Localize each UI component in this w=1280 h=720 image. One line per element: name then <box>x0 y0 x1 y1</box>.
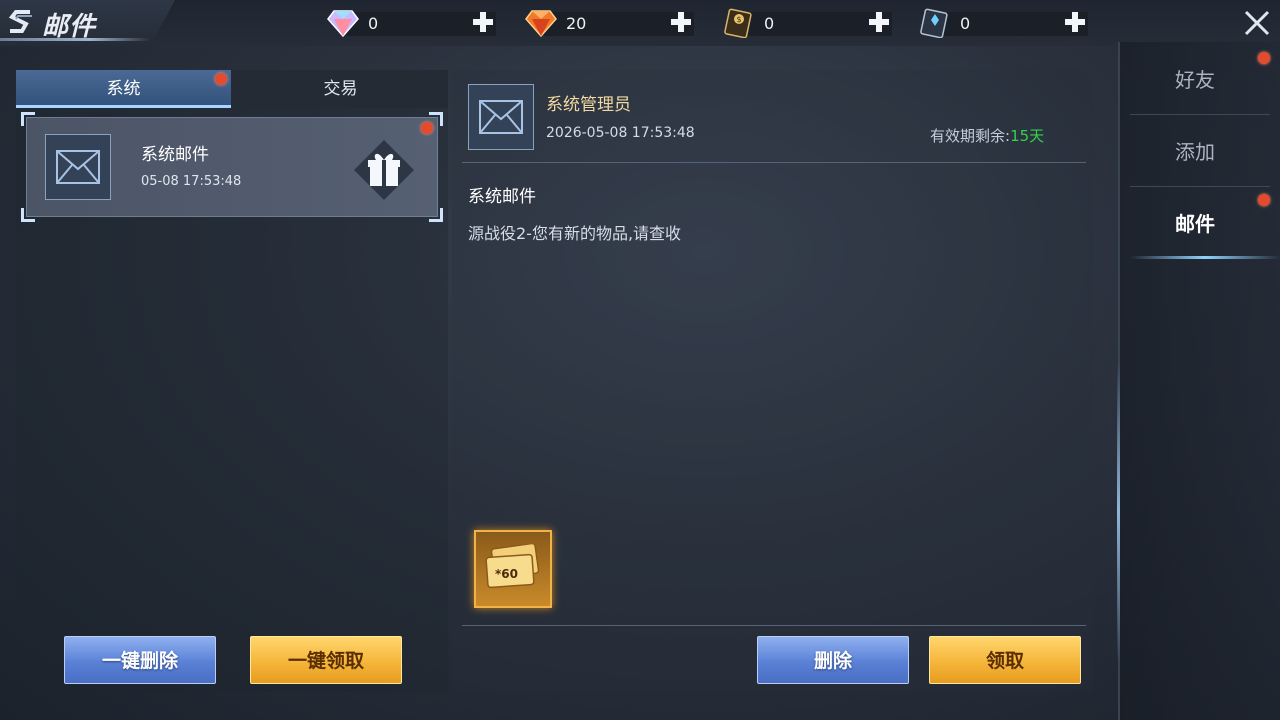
claim-button[interactable]: 领取 <box>929 636 1081 684</box>
currency-value: 20 <box>566 14 587 33</box>
tab-label: 系统 <box>106 79 141 99</box>
notification-dot <box>1258 194 1270 206</box>
attachment-item[interactable]: *60 <box>474 530 552 608</box>
svg-text:$: $ <box>737 15 742 24</box>
add-currency-plus-icon[interactable] <box>1064 11 1086 33</box>
mail-body: 源战役2-您有新的物品,请查收 <box>468 224 682 243</box>
ticket-icon: *60 <box>485 544 540 589</box>
nav-item-mail[interactable]: 邮件 <box>1120 188 1270 260</box>
currency-value: 0 <box>764 14 775 33</box>
close-icon[interactable] <box>1242 8 1272 38</box>
rainbow-diamond-icon <box>327 10 359 38</box>
mail-list-panel: 系统 交易 系统邮件 05-08 17:53:48 一键删除 一键领取 <box>16 70 448 692</box>
page-title: 邮件 <box>42 12 97 42</box>
add-currency-plus-icon[interactable] <box>670 11 692 33</box>
tab-trade[interactable]: 交易 <box>233 70 448 108</box>
notification-dot <box>1258 52 1270 64</box>
selection-corner <box>429 208 443 222</box>
side-navigation: 好友 添加 邮件 <box>1117 42 1280 720</box>
currency-gold-card: $ 0 <box>722 8 892 38</box>
nav-active-indicator <box>1130 256 1280 259</box>
add-currency-plus-icon[interactable] <box>472 11 494 33</box>
currency-value: 0 <box>368 14 379 33</box>
nav-divider <box>1130 186 1270 187</box>
side-glow-line <box>1117 362 1120 662</box>
gold-coin-card-icon: $ <box>724 8 752 38</box>
sender-avatar <box>468 84 534 150</box>
envelope-icon <box>56 150 100 184</box>
notification-dot <box>215 73 227 85</box>
currency-silver-card: 0 <box>918 8 1088 38</box>
tab-system[interactable]: 系统 <box>16 70 231 108</box>
expiry-days: 15天 <box>1010 127 1045 145</box>
attachment-count: *60 <box>495 567 518 581</box>
footer-divider <box>462 625 1086 626</box>
selection-corner <box>21 208 35 222</box>
top-bar: 邮件 0 20 $ 0 0 <box>0 0 1280 46</box>
mail-detail-panel: 系统管理员 2026-05-08 17:53:48 有效期剩余:15天 系统邮件… <box>452 70 1094 692</box>
sent-time: 2026-05-08 17:53:48 <box>546 125 695 141</box>
unread-dot <box>421 122 433 134</box>
expiry-info: 有效期剩余:15天 <box>930 125 1044 146</box>
delete-all-button[interactable]: 一键删除 <box>64 636 216 684</box>
nav-item-friends[interactable]: 好友 <box>1120 44 1270 116</box>
selection-corner <box>21 112 35 126</box>
nav-divider <box>1130 114 1270 115</box>
mail-item-time: 05-08 17:53:48 <box>141 174 242 189</box>
envelope-icon <box>479 100 523 134</box>
claim-all-button[interactable]: 一键领取 <box>250 636 402 684</box>
silver-card-icon <box>920 8 948 38</box>
add-currency-plus-icon[interactable] <box>868 11 890 33</box>
orange-diamond-icon <box>525 10 557 38</box>
sender-name: 系统管理员 <box>546 95 631 115</box>
nav-item-add[interactable]: 添加 <box>1120 116 1270 188</box>
currency-value: 0 <box>960 14 971 33</box>
gift-icon <box>354 140 414 200</box>
expiry-label: 有效期剩余: <box>930 127 1011 145</box>
header-divider <box>462 162 1086 163</box>
tab-label: 交易 <box>323 79 358 99</box>
currency-rainbow-diamond: 0 <box>326 10 496 38</box>
mail-list-item[interactable]: 系统邮件 05-08 17:53:48 <box>21 112 443 222</box>
mail-item-title: 系统邮件 <box>141 145 209 165</box>
delete-button[interactable]: 删除 <box>757 636 909 684</box>
s-logo-icon <box>8 10 32 33</box>
mail-thumbnail <box>45 134 111 200</box>
currency-orange-diamond: 20 <box>524 10 694 38</box>
mail-subject: 系统邮件 <box>468 187 536 207</box>
